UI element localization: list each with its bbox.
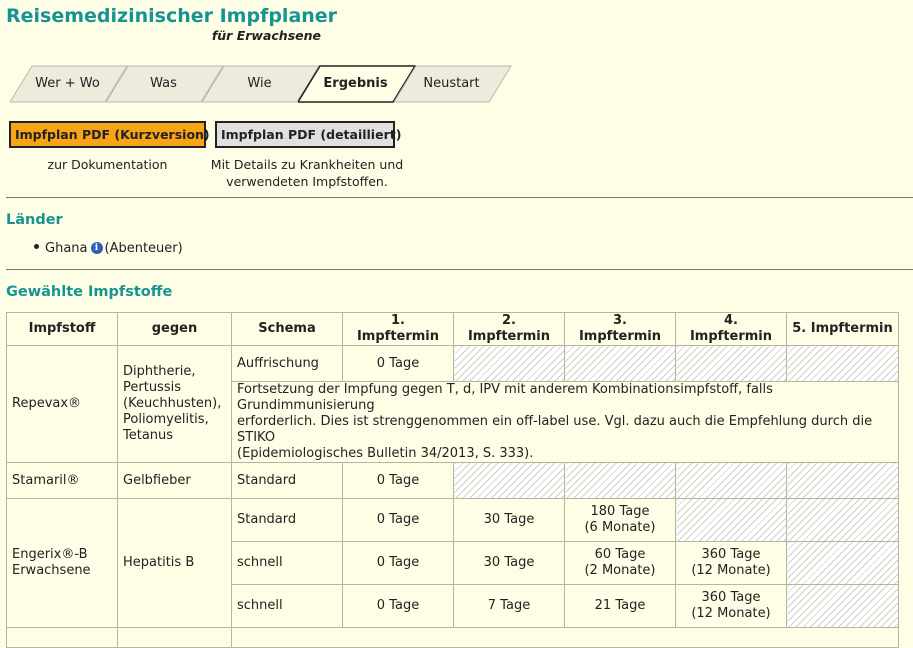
target-disease-cell: Hepatitis B <box>117 498 232 628</box>
disease-line: Pertussis <box>123 380 181 395</box>
dose-days: 180 Tage <box>590 504 650 519</box>
column-header: 4. Impftermin <box>675 312 787 346</box>
country-note: (Abenteuer) <box>104 241 183 256</box>
pdf-detail-description: Mit Details zu Krankheiten und verwendet… <box>196 156 418 190</box>
disease-line: Poliomyelitis, <box>123 412 209 427</box>
empty-dose-cell <box>453 345 565 382</box>
empty-dose-cell <box>786 498 899 542</box>
table-cell <box>231 627 899 648</box>
target-disease-cell: Diphtherie, Pertussis (Keuchhusten), Pol… <box>117 345 232 463</box>
dose-cell: 60 Tage (2 Monate) <box>564 541 676 585</box>
table-row: Stamaril® Gelbfieber Standard 0 Tage <box>6 462 899 499</box>
note-line: Fortsetzung der Impfung gegen T, d, IPV … <box>237 382 773 413</box>
table-row: Repevax® Diphtherie, Pertussis (Keuchhus… <box>6 345 899 463</box>
dose-months: (12 Monate) <box>691 606 771 621</box>
note-cell: Fortsetzung der Impfung gegen T, d, IPV … <box>231 381 899 463</box>
dose-cell: 30 Tage <box>453 498 565 542</box>
vaccine-name-cell: Engerix®-B Erwachsene <box>6 498 118 628</box>
divider <box>6 197 913 198</box>
empty-dose-cell <box>786 541 899 585</box>
dose-months: (2 Monate) <box>584 563 656 578</box>
target-disease-cell: Gelbfieber <box>117 462 232 499</box>
dose-cell: 30 Tage <box>453 541 565 585</box>
empty-dose-cell <box>675 498 787 542</box>
table-header-row: Impfstoff gegen Schema 1. Impftermin 2. … <box>6 312 899 346</box>
tab-label: Neustart <box>423 76 480 91</box>
dose-cell: 0 Tage <box>342 498 454 542</box>
pdf-detail-description-line: Mit Details zu Krankheiten und <box>210 157 404 172</box>
vaccine-name-cell: Repevax® <box>6 345 118 463</box>
country-name: Ghana <box>45 241 88 256</box>
disease-line: (Keuchhusten), <box>123 396 222 411</box>
empty-dose-cell <box>675 462 787 499</box>
empty-dose-cell <box>675 345 787 382</box>
vaccines-heading: Gewählte Impfstoffe <box>6 284 173 300</box>
dose-cell: 0 Tage <box>342 584 454 628</box>
schema-cell: Standard <box>231 498 343 542</box>
vaccine-name-line: Engerix®-B <box>12 547 88 562</box>
pdf-short-description: zur Dokumentation <box>47 157 168 172</box>
dose-days: 360 Tage <box>701 590 761 605</box>
note-line: (Epidemiologisches Bulletin 34/2013, S. … <box>237 446 534 461</box>
disease-line: Tetanus <box>123 428 174 443</box>
table-row <box>6 627 899 648</box>
note-line: erforderlich. Dies ist strenggenommen ei… <box>237 414 873 445</box>
empty-dose-cell <box>786 462 899 499</box>
schema-cell: Standard <box>231 462 343 499</box>
dose-cell: 0 Tage <box>342 345 454 382</box>
empty-dose-cell <box>453 462 565 499</box>
dose-cell: 180 Tage (6 Monate) <box>564 498 676 542</box>
divider <box>6 269 913 270</box>
dose-cell: 7 Tage <box>453 584 565 628</box>
empty-dose-cell <box>786 584 899 628</box>
schema-cell: schnell <box>231 541 343 585</box>
dose-months: (6 Monate) <box>584 520 656 535</box>
app-title: Reisemedizinischer Impfplaner <box>6 5 338 27</box>
dose-days: 60 Tage <box>594 547 646 562</box>
column-header: 1. Impftermin <box>342 312 454 346</box>
schema-cell: schnell <box>231 584 343 628</box>
pdf-detail-description-line: verwendeten Impfstoffen. <box>226 174 388 189</box>
schema-cell: Auffrischung <box>231 345 343 382</box>
disease-line: Diphtherie, <box>123 364 196 379</box>
column-header: 2. Impftermin <box>453 312 565 346</box>
dose-days: 360 Tage <box>701 547 761 562</box>
countries-heading: Länder <box>6 212 63 228</box>
pdf-detail-button[interactable]: Impfplan PDF (detailliert) <box>215 121 401 148</box>
column-header: Impfstoff <box>6 312 118 346</box>
dose-cell: 0 Tage <box>342 462 454 499</box>
column-header: 5. Impftermin <box>786 312 899 346</box>
dose-months: (12 Monate) <box>691 563 771 578</box>
table-cell <box>6 627 118 648</box>
info-icon[interactable]: i <box>90 242 103 254</box>
country-list-item: Ghana i (Abenteuer) <box>34 241 183 256</box>
app-subtitle: für Erwachsene <box>211 28 321 43</box>
table-row: Engerix®-B Erwachsene Hepatitis B Standa… <box>6 498 899 628</box>
bullet-icon <box>34 244 39 249</box>
wizard-tabs: Wer + Wo Was Wie Ergebnis Neustart <box>10 65 520 103</box>
empty-dose-cell <box>786 345 899 382</box>
vaccine-name-line: Erwachsene <box>12 563 91 578</box>
dose-cell: 21 Tage <box>564 584 676 628</box>
tab-neustart[interactable]: Neustart <box>394 65 512 103</box>
table-cell <box>117 627 232 648</box>
dose-cell: 0 Tage <box>342 541 454 585</box>
dose-cell: 360 Tage (12 Monate) <box>675 541 787 585</box>
column-header: gegen <box>117 312 232 346</box>
column-header: Schema <box>231 312 343 346</box>
empty-dose-cell <box>564 345 676 382</box>
vaccines-table: Impfstoff gegen Schema 1. Impftermin 2. … <box>6 312 899 648</box>
column-header: 3. Impftermin <box>564 312 676 346</box>
dose-cell: 360 Tage (12 Monate) <box>675 584 787 628</box>
pdf-short-button[interactable]: Impfplan PDF (Kurzversion) <box>9 121 210 148</box>
vaccine-name-cell: Stamaril® <box>6 462 118 499</box>
empty-dose-cell <box>564 462 676 499</box>
